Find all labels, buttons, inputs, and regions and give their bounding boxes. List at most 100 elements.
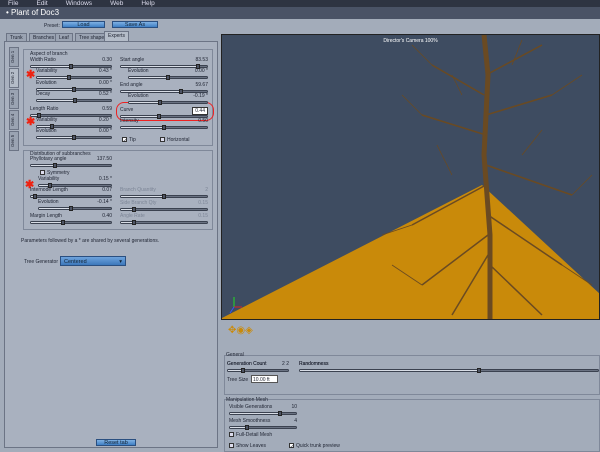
length-ratio-value: 0.59 [102, 106, 112, 112]
internode-length-label: Internode Length [30, 187, 68, 193]
menu-help[interactable]: Help [141, 0, 154, 7]
load-button[interactable]: Load [62, 21, 105, 28]
variability-value: 0.20 * [98, 117, 112, 123]
evolution-value: 0.00 * [194, 68, 208, 74]
tree-generator-select[interactable]: Centered ▾ [60, 256, 126, 266]
slider-thumb[interactable] [244, 425, 249, 430]
intensity-slider[interactable] [120, 125, 208, 130]
slider-thumb[interactable] [162, 194, 166, 199]
rotate-camera-icon[interactable]: ◉ [236, 325, 245, 336]
side-branch-qty-slider[interactable] [120, 207, 208, 212]
mesh-smoothness-control: Mesh Smoothness 4 [229, 418, 297, 431]
tree-generator-label: Tree Generator [24, 259, 58, 265]
menu-file[interactable]: File [8, 0, 18, 7]
gen-tab-3[interactable]: Gen 3 [9, 89, 19, 109]
visible-generations-value: 10 [291, 404, 297, 410]
evolution-label: Evolution [36, 80, 57, 86]
quick-trunk-preview-checkbox[interactable]: ✓ Quick trunk preview [289, 443, 340, 450]
mesh-smoothness-label: Mesh Smoothness [229, 418, 271, 424]
slider-thumb[interactable] [73, 98, 78, 103]
tree-render [222, 35, 599, 319]
menu-edit[interactable]: Edit [36, 0, 47, 7]
camera-controls: ✥◉◈ [228, 325, 253, 336]
save-as-button[interactable]: Save As [112, 21, 158, 28]
visible-generations-control: Visible Generations 10 [229, 404, 297, 417]
branch-quantity-value: 2 [205, 187, 208, 193]
menu-windows[interactable]: Windows [66, 0, 92, 7]
branch-quantity-slider[interactable] [120, 194, 208, 199]
evolution-slider[interactable] [128, 100, 208, 105]
width-ratio-value: 0.30 [102, 57, 112, 63]
gen-tab-1[interactable]: Gen 1 [9, 47, 19, 67]
horizontal-label: Horizontal [167, 137, 190, 143]
variability-value: 0.43 * [98, 68, 112, 74]
evolution-slider[interactable] [36, 135, 112, 140]
slider-thumb[interactable] [158, 100, 163, 105]
phyllotaxy-angle-slider[interactable] [30, 163, 112, 168]
visible-generations-label: Visible Generations [229, 404, 273, 410]
gen-tab-4[interactable]: Gen 4 [9, 110, 19, 130]
slider-thumb[interactable] [61, 220, 65, 225]
show-leaves-checkbox[interactable]: Show Leaves [229, 443, 266, 449]
width-ratio-label: Width Ratio [30, 57, 56, 63]
generation-count-slider[interactable] [227, 368, 289, 373]
slider-thumb[interactable] [476, 368, 481, 373]
randomness-control: Randomness [299, 361, 599, 374]
slider-thumb[interactable] [166, 75, 170, 80]
menu-web[interactable]: Web [110, 0, 123, 7]
title-text: Plant of Doc3 [11, 8, 60, 17]
tab-trunk[interactable]: Trunk [6, 33, 27, 41]
randomness-slider[interactable] [299, 368, 599, 373]
slider-thumb[interactable] [131, 220, 136, 225]
branch-quantity-control: Branch Quantity 2 [120, 187, 208, 200]
variability-label: Variability [36, 117, 58, 123]
decay-value: 0.52 * [98, 91, 112, 97]
slider-thumb[interactable] [53, 163, 57, 168]
tree-size-label: Tree Size [227, 377, 249, 383]
decay-label: Decay [36, 91, 51, 97]
slider-thumb[interactable] [131, 207, 136, 212]
gen-tab-5[interactable]: Gen 5 [9, 131, 19, 151]
evolution-control: Evolution 0.00 * [128, 68, 208, 81]
mesh-smoothness-slider[interactable] [229, 425, 297, 430]
reset-tab-button[interactable]: Reset tab [96, 439, 136, 446]
gen-tab-2[interactable]: Gen 2 [9, 68, 19, 88]
evolution-slider[interactable] [128, 75, 208, 80]
evolution-slider[interactable] [38, 206, 112, 211]
slider-thumb[interactable] [277, 411, 282, 416]
tab-experts[interactable]: Experts [104, 31, 129, 41]
horizontal-checkbox[interactable]: Horizontal [160, 137, 190, 143]
internode-length-slider[interactable] [30, 194, 112, 199]
tab-leaf[interactable]: Leaf [55, 33, 73, 41]
start-angle-value: 83.53 [195, 57, 208, 63]
margin-length-slider[interactable] [30, 220, 112, 225]
generation-count-control: Generation Count 2 [227, 361, 289, 374]
slider-thumb[interactable] [241, 368, 245, 373]
angle-rate-slider[interactable] [120, 220, 208, 225]
general-title: General [226, 352, 244, 358]
tree-size-input[interactable]: 10.00 ft [251, 375, 278, 383]
generation-count-value: 2 [286, 361, 289, 367]
chevron-down-icon: ▾ [119, 259, 122, 265]
mesh-title: Manipulation Mesh [226, 397, 268, 403]
slider-thumb[interactable] [162, 125, 166, 130]
slider-thumb[interactable] [72, 135, 76, 140]
slider-thumb[interactable] [33, 194, 37, 199]
decay-slider[interactable] [36, 98, 112, 103]
tree-generator-value: Centered [64, 259, 87, 265]
3d-viewport[interactable]: Director's Camera 100% [221, 34, 600, 320]
tab-branches[interactable]: Branches [29, 33, 59, 41]
tip-checkbox[interactable]: ✓ Tip [122, 137, 136, 144]
curve-label: Curve [120, 107, 134, 113]
full-detail-mesh-checkbox[interactable]: Full-Detail Mesh [229, 432, 272, 438]
mesh-smoothness-value: 4 [294, 418, 297, 424]
curve-value: 0.44 [192, 107, 208, 115]
visible-generations-slider[interactable] [229, 411, 297, 416]
slider-thumb[interactable] [69, 206, 74, 211]
variability-slider[interactable] [36, 75, 112, 80]
evolution-value: -0.14 * [97, 199, 112, 205]
margin-length-label: Margin Length [30, 213, 62, 219]
zoom-camera-icon[interactable]: ◈ [245, 325, 253, 336]
side-branch-qty-control: Side Branch Qty 0.15 [120, 200, 208, 213]
decay-control: Decay 0.52 * [36, 91, 112, 104]
